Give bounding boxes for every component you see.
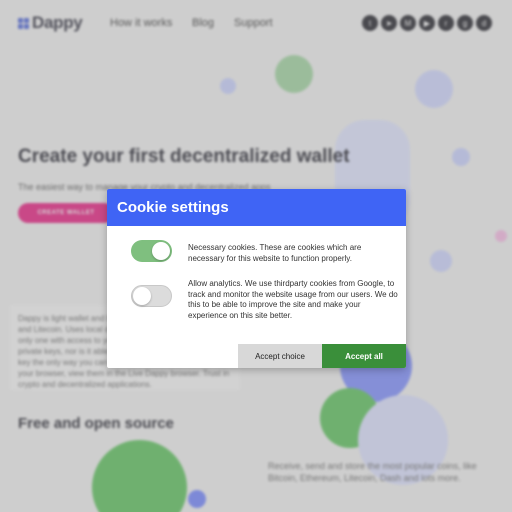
dialog-header: Cookie settings [107,189,406,226]
cookie-settings-dialog: Cookie settings Necessary cookies. These… [107,189,406,368]
toggle-knob [152,242,170,260]
dialog-title: Cookie settings [117,199,229,216]
analytics-cookies-text: Allow analytics. We use thirdparty cooki… [188,279,398,320]
accept-all-button[interactable]: Accept all [322,344,406,368]
necessary-cookies-text: Necessary cookies. These are cookies whi… [188,243,362,263]
necessary-cookies-toggle[interactable] [131,240,172,262]
accept-choice-button[interactable]: Accept choice [238,344,322,368]
toggle-knob [133,287,151,305]
analytics-cookies-toggle[interactable] [131,285,172,307]
